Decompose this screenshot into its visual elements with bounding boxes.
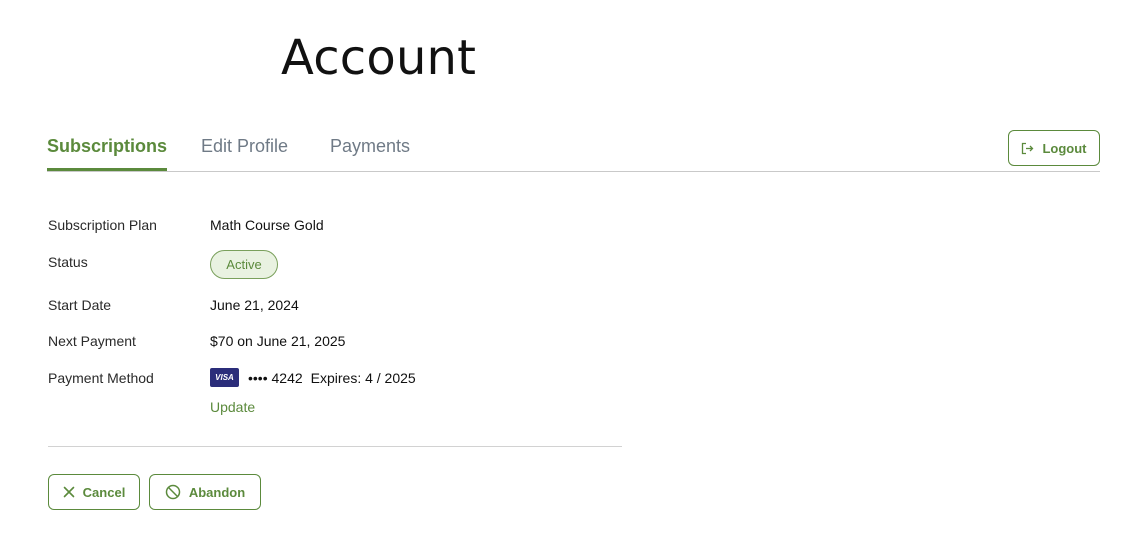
- logout-label: Logout: [1042, 140, 1087, 156]
- subscription-plan-value: Math Course Gold: [210, 217, 324, 233]
- next-payment-value: $70 on June 21, 2025: [210, 333, 346, 349]
- prohibit-icon: [165, 484, 181, 500]
- payment-method-value: VISA •••• 4242 Expires: 4 / 2025: [210, 368, 416, 387]
- visa-card-icon: VISA: [210, 368, 239, 387]
- page-title: Account: [281, 30, 477, 86]
- abandon-label: Abandon: [188, 484, 246, 500]
- divider: [48, 446, 622, 447]
- account-page: Account Subscriptions Edit Profile Payme…: [0, 0, 1144, 539]
- cancel-label: Cancel: [82, 484, 126, 500]
- tab-subscriptions[interactable]: Subscriptions: [47, 136, 168, 171]
- update-payment-link[interactable]: Update: [210, 399, 255, 415]
- payment-method-label: Payment Method: [48, 370, 154, 386]
- logout-icon: [1021, 142, 1034, 155]
- card-number: •••• 4242: [248, 369, 303, 386]
- card-expiry: Expires: 4 / 2025: [310, 369, 416, 386]
- close-icon: [63, 486, 75, 498]
- logout-button[interactable]: Logout: [1008, 130, 1100, 166]
- start-date-label: Start Date: [48, 297, 112, 313]
- tab-edit-profile[interactable]: Edit Profile: [201, 136, 288, 169]
- status-label: Status: [48, 254, 88, 270]
- tab-bar: Subscriptions Edit Profile Payments: [47, 130, 1100, 172]
- start-date-value: June 21, 2024: [210, 297, 299, 313]
- abandon-button[interactable]: Abandon: [149, 474, 261, 510]
- cancel-button[interactable]: Cancel: [48, 474, 140, 510]
- status-badge: Active: [210, 250, 278, 279]
- next-payment-label: Next Payment: [48, 333, 136, 349]
- tab-payments[interactable]: Payments: [330, 136, 410, 169]
- subscription-plan-label: Subscription Plan: [48, 217, 157, 233]
